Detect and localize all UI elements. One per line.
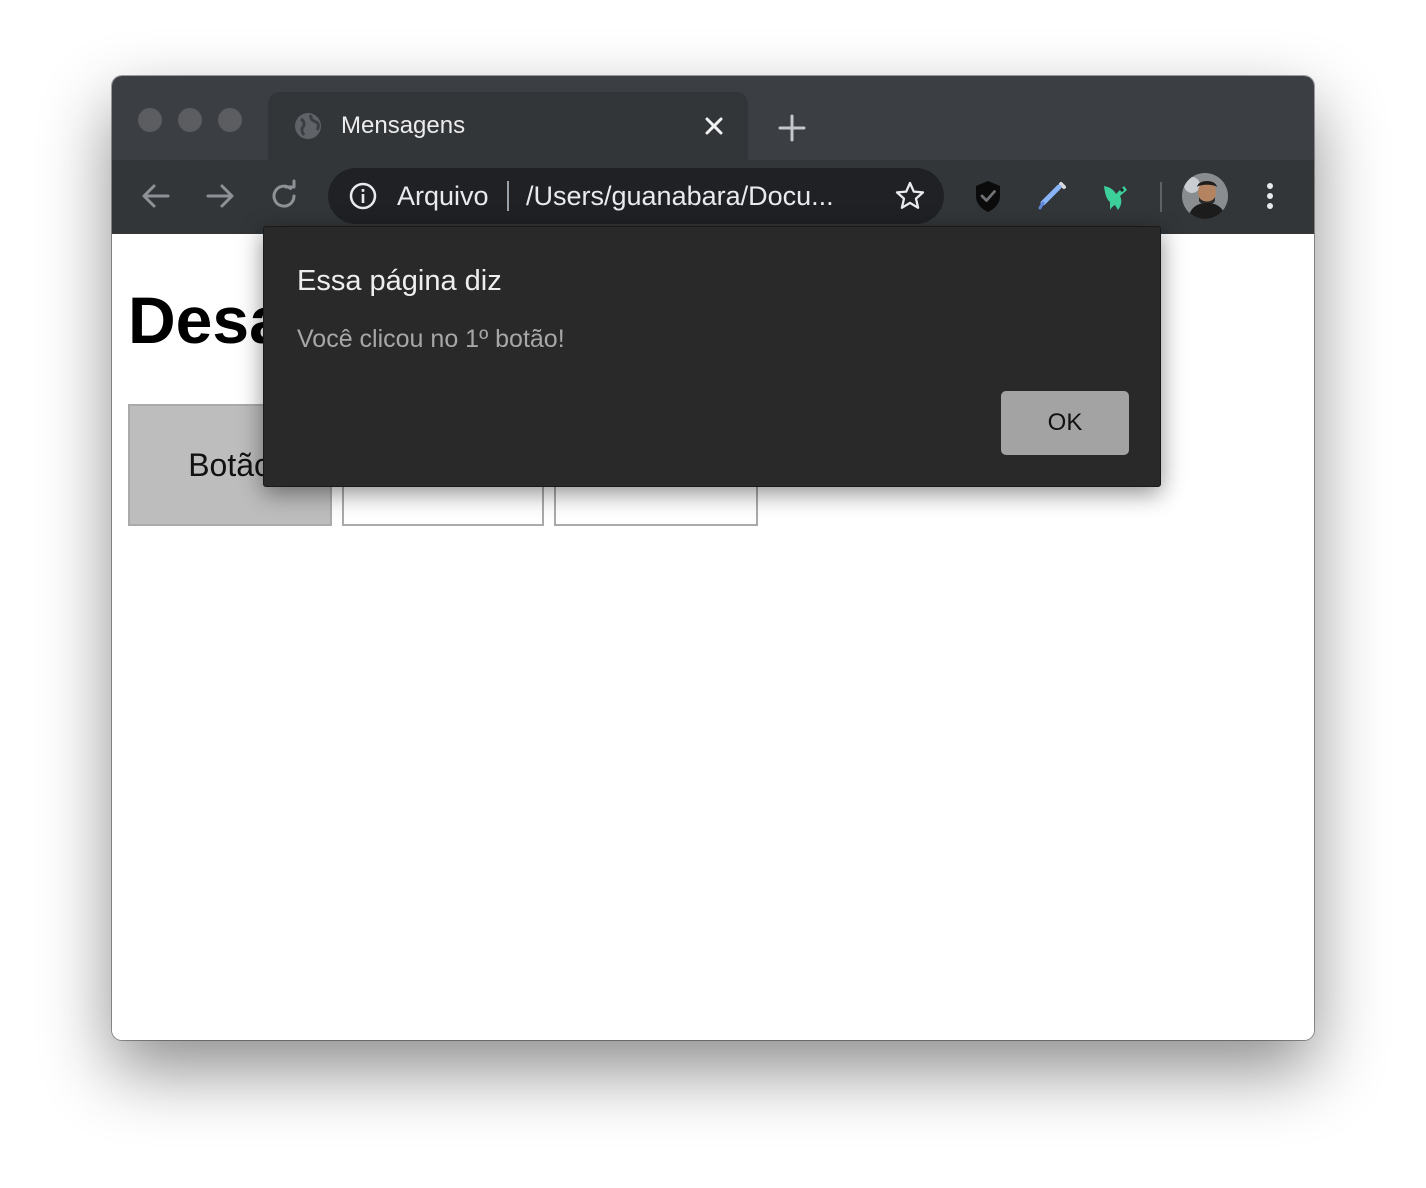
profile-photo-icon: [1182, 173, 1228, 219]
star-icon[interactable]: [894, 180, 926, 212]
tab-strip: Mensagens: [112, 76, 1314, 160]
eyedropper-icon[interactable]: [1034, 178, 1070, 214]
close-icon[interactable]: [698, 110, 730, 142]
toolbar: Arquivo /Users/guanabara/Docu...: [112, 160, 1314, 234]
shield-check-icon[interactable]: [970, 178, 1006, 214]
vertical-dots-icon[interactable]: [1252, 178, 1288, 214]
address-bar[interactable]: Arquivo /Users/guanabara/Docu...: [328, 168, 944, 224]
ok-button[interactable]: OK: [1001, 391, 1129, 455]
tab-mensagens[interactable]: Mensagens: [268, 92, 748, 160]
window-minimize-light[interactable]: [178, 108, 202, 132]
reload-icon[interactable]: [266, 178, 302, 214]
arrow-right-icon[interactable]: [202, 178, 238, 214]
info-icon[interactable]: [348, 181, 378, 211]
browser-window: Mensagens Arquivo /Users/guanabara/Docu.…: [112, 76, 1314, 1040]
arrow-left-icon[interactable]: [138, 178, 174, 214]
toolbar-divider: [1160, 182, 1162, 212]
url-text[interactable]: /Users/guanabara/Docu...: [526, 181, 834, 211]
scheme-label: Arquivo: [397, 181, 489, 211]
alert-dialog: Essa página diz Você clicou no 1º botão!…: [263, 226, 1161, 487]
dialog-title: Essa página diz: [297, 265, 502, 297]
window-zoom-light[interactable]: [218, 108, 242, 132]
globe-icon: [295, 113, 321, 139]
omnibox-divider: [507, 181, 509, 211]
bird-icon[interactable]: [1098, 178, 1134, 214]
tab-title: Mensagens: [341, 112, 466, 139]
avatar[interactable]: [1182, 173, 1228, 219]
window-close-light[interactable]: [138, 108, 162, 132]
dialog-message: Você clicou no 1º botão!: [297, 325, 565, 353]
plus-icon[interactable]: [774, 110, 810, 146]
